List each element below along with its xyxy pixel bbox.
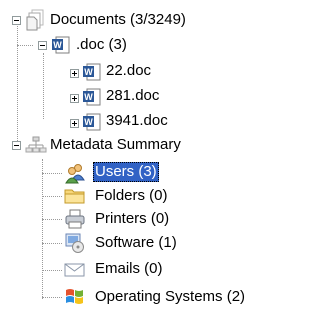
metadata-item-emails[interactable]: Emails (0) — [93, 259, 165, 279]
word-document-icon: W — [82, 62, 102, 82]
collapse-toggle-doc-group[interactable] — [38, 41, 47, 50]
collapse-toggle-documents[interactable] — [12, 16, 21, 25]
metadata-item-folders[interactable]: Folders (0) — [93, 186, 170, 206]
tree-connector — [43, 53, 44, 119]
metadata-item-users[interactable]: Users (3) — [93, 162, 159, 182]
tree-connector — [42, 173, 62, 174]
svg-text:W: W — [84, 92, 93, 102]
tree-connector — [42, 297, 62, 298]
documents-node-label[interactable]: Documents (3/3249) — [48, 10, 188, 30]
tree-view: Documents (3/3249) W .doc (3) W 22.doc W… — [0, 0, 305, 309]
tree-connector — [42, 270, 62, 271]
expand-toggle-file[interactable] — [70, 94, 79, 103]
tree-connector — [17, 45, 33, 46]
svg-text:W: W — [53, 40, 62, 50]
metadata-item-operating-systems[interactable]: Operating Systems (2) — [93, 287, 247, 307]
windows-logo-icon — [64, 286, 84, 306]
file-label[interactable]: 3941.doc — [104, 111, 170, 131]
tree-connector — [42, 243, 62, 244]
word-document-icon: W — [82, 112, 102, 132]
tree-connector — [42, 159, 43, 299]
network-tree-icon — [25, 136, 47, 156]
collapse-toggle-metadata[interactable] — [12, 141, 21, 150]
doc-group-label[interactable]: .doc (3) — [74, 35, 129, 55]
tree-connector — [42, 219, 62, 220]
folder-icon — [64, 186, 85, 206]
word-document-icon: W — [82, 87, 102, 107]
metadata-item-printers[interactable]: Printers (0) — [93, 209, 171, 229]
users-icon — [64, 162, 85, 184]
expand-toggle-file[interactable] — [70, 69, 79, 78]
tree-connector — [17, 22, 18, 145]
metadata-item-software[interactable]: Software (1) — [93, 233, 179, 253]
svg-text:W: W — [84, 117, 93, 127]
documents-stack-icon — [26, 9, 46, 31]
printer-icon — [64, 209, 85, 229]
word-document-icon: W — [51, 35, 71, 55]
svg-text:W: W — [84, 67, 93, 77]
software-icon — [64, 232, 84, 253]
tree-connector — [42, 196, 62, 197]
file-label[interactable]: 22.doc — [104, 61, 153, 81]
expand-toggle-file[interactable] — [70, 119, 79, 128]
email-icon — [64, 260, 85, 280]
metadata-node-label[interactable]: Metadata Summary — [48, 135, 183, 155]
file-label[interactable]: 281.doc — [104, 86, 161, 106]
